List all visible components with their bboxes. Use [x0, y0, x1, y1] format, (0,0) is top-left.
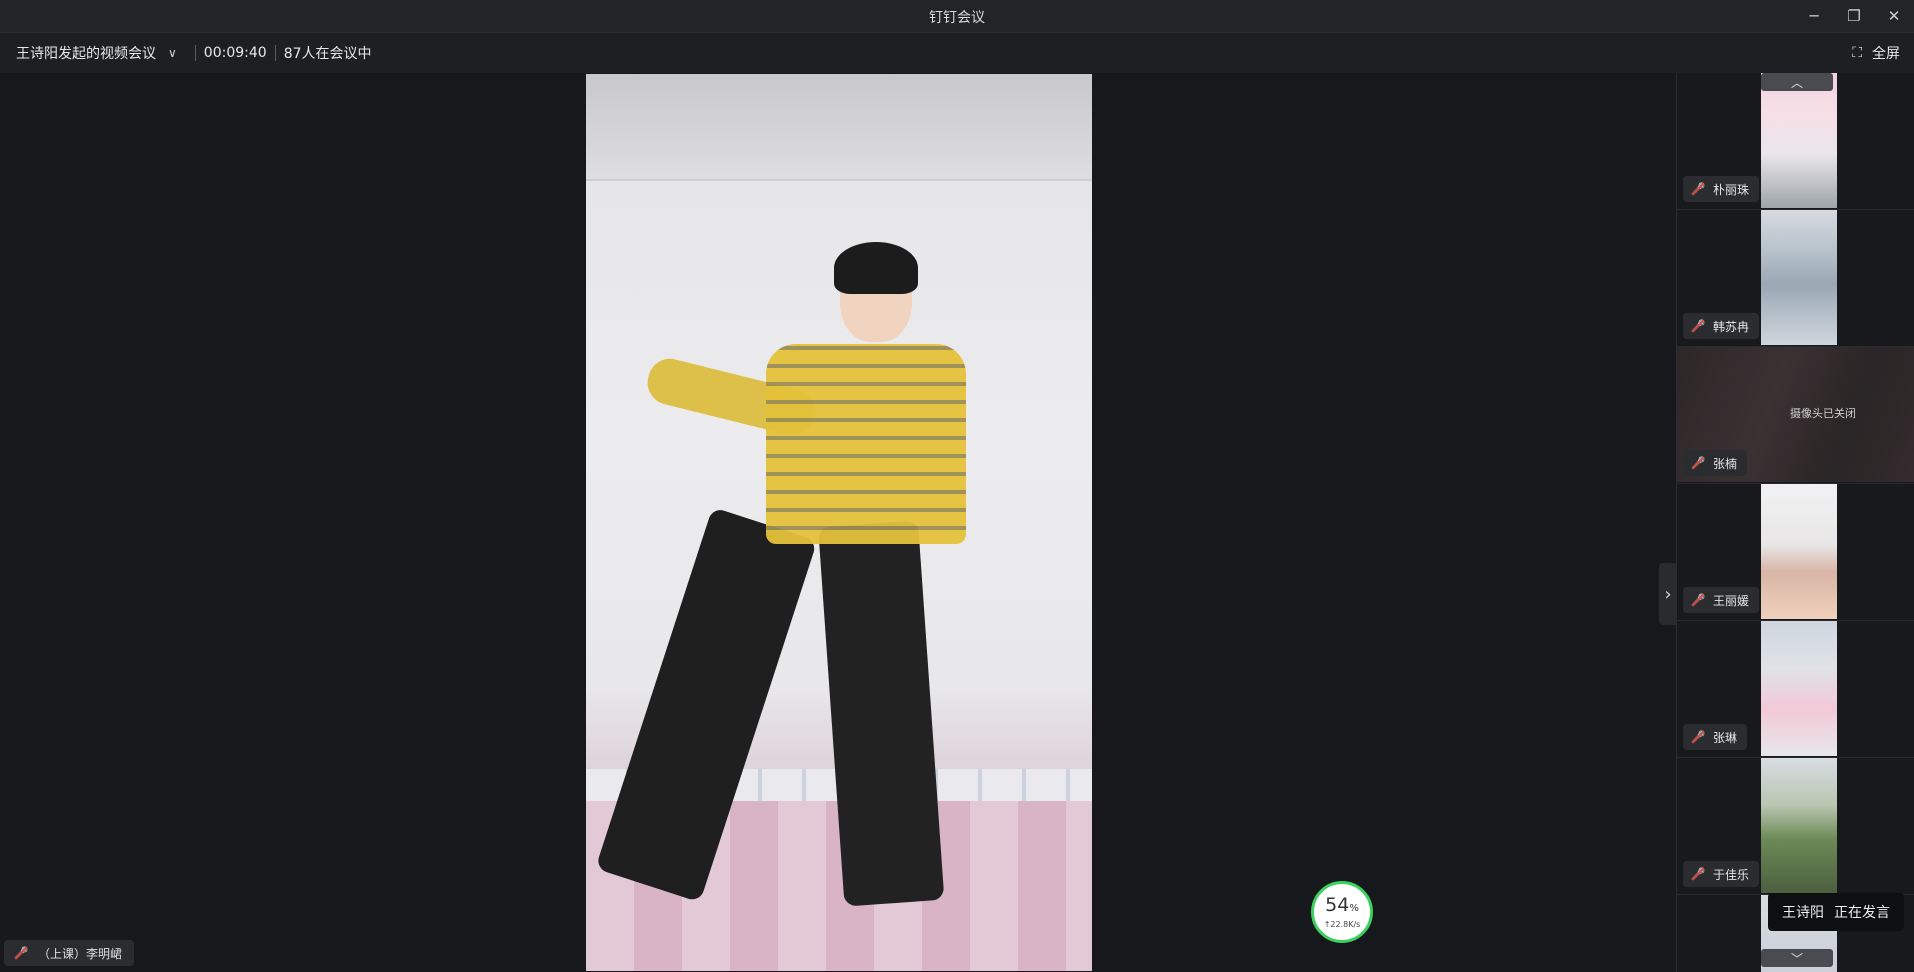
participant-name-tag: 🎤 朴丽珠	[1683, 176, 1760, 202]
network-percent-value: 54	[1325, 893, 1350, 916]
participant-tile[interactable]: 🎤 王丽媛	[1677, 484, 1914, 621]
participant-name: 王丽媛	[1713, 593, 1750, 608]
fullscreen-button[interactable]: ⛶ 全屏	[1852, 33, 1900, 73]
participant-name-tag: 🎤 韩苏冉	[1683, 313, 1760, 339]
collapse-panel-button[interactable]: ›	[1659, 563, 1677, 625]
person-hair	[834, 242, 918, 294]
speaking-status: 正在发言	[1834, 905, 1890, 921]
mic-muted-icon: 🎤	[1690, 593, 1706, 607]
network-rate: ↑22.8K/s	[1323, 919, 1361, 929]
participant-tile[interactable]: 🎤 于佳乐	[1677, 758, 1914, 895]
restore-icon[interactable]: ❐	[1834, 4, 1874, 28]
video-ceiling	[586, 74, 1092, 181]
participant-name: 于佳乐	[1713, 867, 1750, 882]
elapsed-time: 00:09:40	[203, 45, 267, 61]
participant-name-tag: 🎤 张琳	[1683, 724, 1748, 750]
participant-video	[1761, 758, 1837, 893]
chevron-right-icon: ›	[1664, 583, 1672, 605]
speaking-toast: 王诗阳 正在发言	[1768, 893, 1904, 931]
minimize-icon[interactable]: ─	[1794, 4, 1834, 28]
participant-name-tag: 🎤 王丽媛	[1683, 587, 1760, 613]
camera-off-text: 摄像头已关闭	[1790, 407, 1856, 420]
participant-name: 朴丽珠	[1713, 182, 1750, 197]
person-shirt	[766, 344, 966, 544]
participant-tile[interactable]: 摄像头已关闭 🎤 张楠	[1677, 347, 1914, 484]
window-title: 钉钉会议	[929, 10, 985, 26]
fullscreen-label: 全屏	[1872, 46, 1900, 62]
participant-name-tag: 🎤 张楠	[1683, 450, 1748, 476]
chevron-down-icon: ﹀	[1790, 951, 1803, 966]
meeting-name: 王诗阳发起的视频会议	[16, 46, 156, 62]
network-indicator[interactable]: 54% ↑22.8K/s	[1311, 881, 1373, 943]
close-icon[interactable]: ✕	[1874, 4, 1914, 28]
main-video[interactable]	[586, 74, 1092, 971]
mic-muted-icon: 🎤	[1690, 319, 1706, 333]
mic-muted-icon: 🎤	[1690, 867, 1706, 881]
participant-name: 张楠	[1713, 456, 1738, 471]
divider	[194, 45, 196, 61]
speaking-name: 王诗阳	[1782, 905, 1824, 921]
participant-name-tag: 🎤 于佳乐	[1683, 861, 1760, 887]
participant-video	[1761, 484, 1837, 619]
participant-panel: ︿ 🎤 朴丽珠 🎤 韩苏冉 摄像头已关闭 🎤 张楠 🎤 王丽媛 🎤 张琳 🎤 于…	[1676, 73, 1914, 972]
network-percent-unit: %	[1349, 902, 1359, 914]
participant-name: 张琳	[1713, 730, 1738, 745]
main-speaker-label: 🎤 （上课）李明峮	[4, 940, 135, 966]
scroll-up-button[interactable]: ︿	[1761, 73, 1833, 91]
mic-muted-icon: 🎤	[1690, 456, 1706, 470]
participant-count[interactable]: 87人在会议中	[284, 43, 372, 63]
participant-video	[1761, 73, 1837, 208]
participant-name: 韩苏冉	[1713, 319, 1750, 334]
meeting-info-bar: 王诗阳发起的视频会议 ∨ 00:09:40 87人在会议中 ⛶ 全屏	[0, 33, 1914, 73]
main-speaker-name: （上课）李明峮	[38, 946, 123, 961]
network-percent: 54%	[1325, 893, 1359, 918]
chevron-up-icon: ︿	[1790, 75, 1803, 90]
chevron-down-icon: ∨	[168, 46, 177, 60]
participant-tile[interactable]: 🎤 张琳	[1677, 621, 1914, 758]
participant-video	[1761, 210, 1837, 345]
mic-muted-icon: 🎤	[1690, 730, 1706, 744]
participant-video	[1761, 621, 1837, 756]
mic-muted-icon: 🎤	[1690, 182, 1706, 196]
fullscreen-icon: ⛶	[1852, 45, 1862, 61]
mic-muted-icon: 🎤	[13, 946, 29, 960]
participant-tile[interactable]: 🎤 韩苏冉	[1677, 210, 1914, 347]
meeting-name-dropdown[interactable]: 王诗阳发起的视频会议 ∨	[16, 43, 177, 63]
scroll-down-button[interactable]: ﹀	[1761, 949, 1833, 967]
divider	[274, 45, 276, 61]
title-bar: 钉钉会议 ─ ❐ ✕	[0, 0, 1914, 33]
video-stage: 🎤 （上课）李明峮 54% ↑22.8K/s ›	[0, 73, 1677, 972]
participant-tile[interactable]: 🎤 朴丽珠	[1677, 73, 1914, 210]
